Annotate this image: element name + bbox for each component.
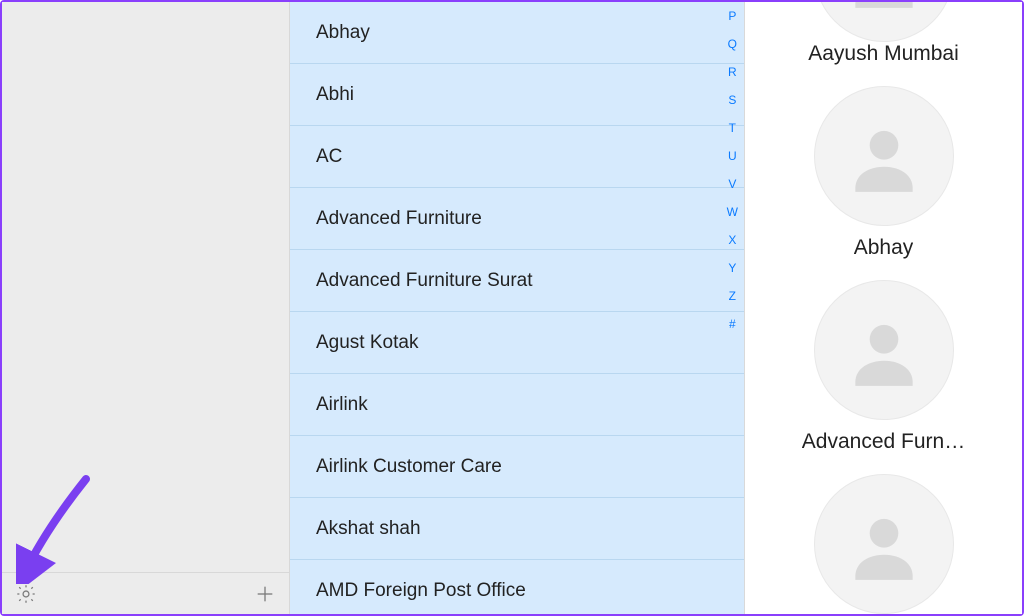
contact-name: AC [316, 146, 342, 168]
contact-cards-panel[interactable]: Aayush Mumbai Abhay Advanced Furn… [745, 2, 1022, 614]
contact-row[interactable]: Advanced Furniture [290, 188, 744, 250]
alpha-letter[interactable]: R [728, 58, 737, 86]
person-icon [841, 307, 927, 393]
alpha-letter[interactable]: Q [728, 30, 737, 58]
person-icon [841, 113, 927, 199]
alpha-index[interactable]: P Q R S T U V W X Y Z # [727, 2, 738, 338]
contact-card[interactable]: Advanced Furn… [745, 260, 1022, 454]
contact-name: Airlink Customer Care [316, 456, 502, 478]
contact-row[interactable]: Airlink Customer Care [290, 436, 744, 498]
alpha-letter[interactable]: # [729, 310, 736, 338]
contact-name: Agust Kotak [316, 332, 418, 354]
avatar [814, 474, 954, 614]
add-contact-button[interactable] [251, 580, 279, 608]
alpha-letter[interactable]: T [729, 114, 736, 142]
contact-row[interactable]: Abhi [290, 64, 744, 126]
avatar [814, 86, 954, 226]
person-icon [841, 501, 927, 587]
contact-name: AMD Foreign Post Office [316, 580, 526, 602]
settings-button[interactable] [12, 580, 40, 608]
contact-row[interactable]: Airlink [290, 374, 744, 436]
contact-row[interactable]: Abhay [290, 2, 744, 64]
contact-card[interactable]: Aayush Mumbai [745, 2, 1022, 66]
alpha-letter[interactable]: P [728, 2, 736, 30]
card-name: Abhay [854, 236, 914, 260]
app-window: Abhay Abhi AC Advanced Furniture Advance… [0, 0, 1024, 616]
alpha-letter[interactable]: W [727, 198, 738, 226]
card-name: Aayush Mumbai [808, 42, 959, 66]
sidebar-toolbar [2, 572, 289, 614]
contact-name: Abhi [316, 84, 354, 106]
contact-row[interactable]: AMD Foreign Post Office [290, 560, 744, 614]
contact-row[interactable]: Agust Kotak [290, 312, 744, 374]
contact-row[interactable]: Advanced Furniture Surat [290, 250, 744, 312]
alpha-letter[interactable]: X [728, 226, 736, 254]
avatar [814, 2, 954, 42]
contact-name: Advanced Furniture [316, 208, 482, 230]
contact-name: Abhay [316, 22, 370, 44]
plus-icon [254, 583, 276, 605]
person-icon [841, 2, 927, 15]
contact-list-panel: Abhay Abhi AC Advanced Furniture Advance… [290, 2, 745, 614]
contact-name: Airlink [316, 394, 368, 416]
contact-list[interactable]: Abhay Abhi AC Advanced Furniture Advance… [290, 2, 744, 614]
contact-row[interactable]: AC [290, 126, 744, 188]
alpha-letter[interactable]: Z [729, 282, 736, 310]
contact-name: Advanced Furniture Surat [316, 270, 533, 292]
gear-icon [15, 583, 37, 605]
alpha-letter[interactable]: Y [728, 254, 736, 282]
alpha-letter[interactable]: S [728, 86, 736, 114]
card-name: Advanced Furn… [802, 430, 965, 454]
contact-card[interactable] [745, 454, 1022, 614]
sidebar-content [2, 2, 289, 572]
alpha-letter[interactable]: V [728, 170, 736, 198]
sidebar [2, 2, 290, 614]
avatar [814, 280, 954, 420]
contact-row[interactable]: Akshat shah [290, 498, 744, 560]
contact-card[interactable]: Abhay [745, 66, 1022, 260]
contact-name: Akshat shah [316, 518, 421, 540]
alpha-letter[interactable]: U [728, 142, 737, 170]
